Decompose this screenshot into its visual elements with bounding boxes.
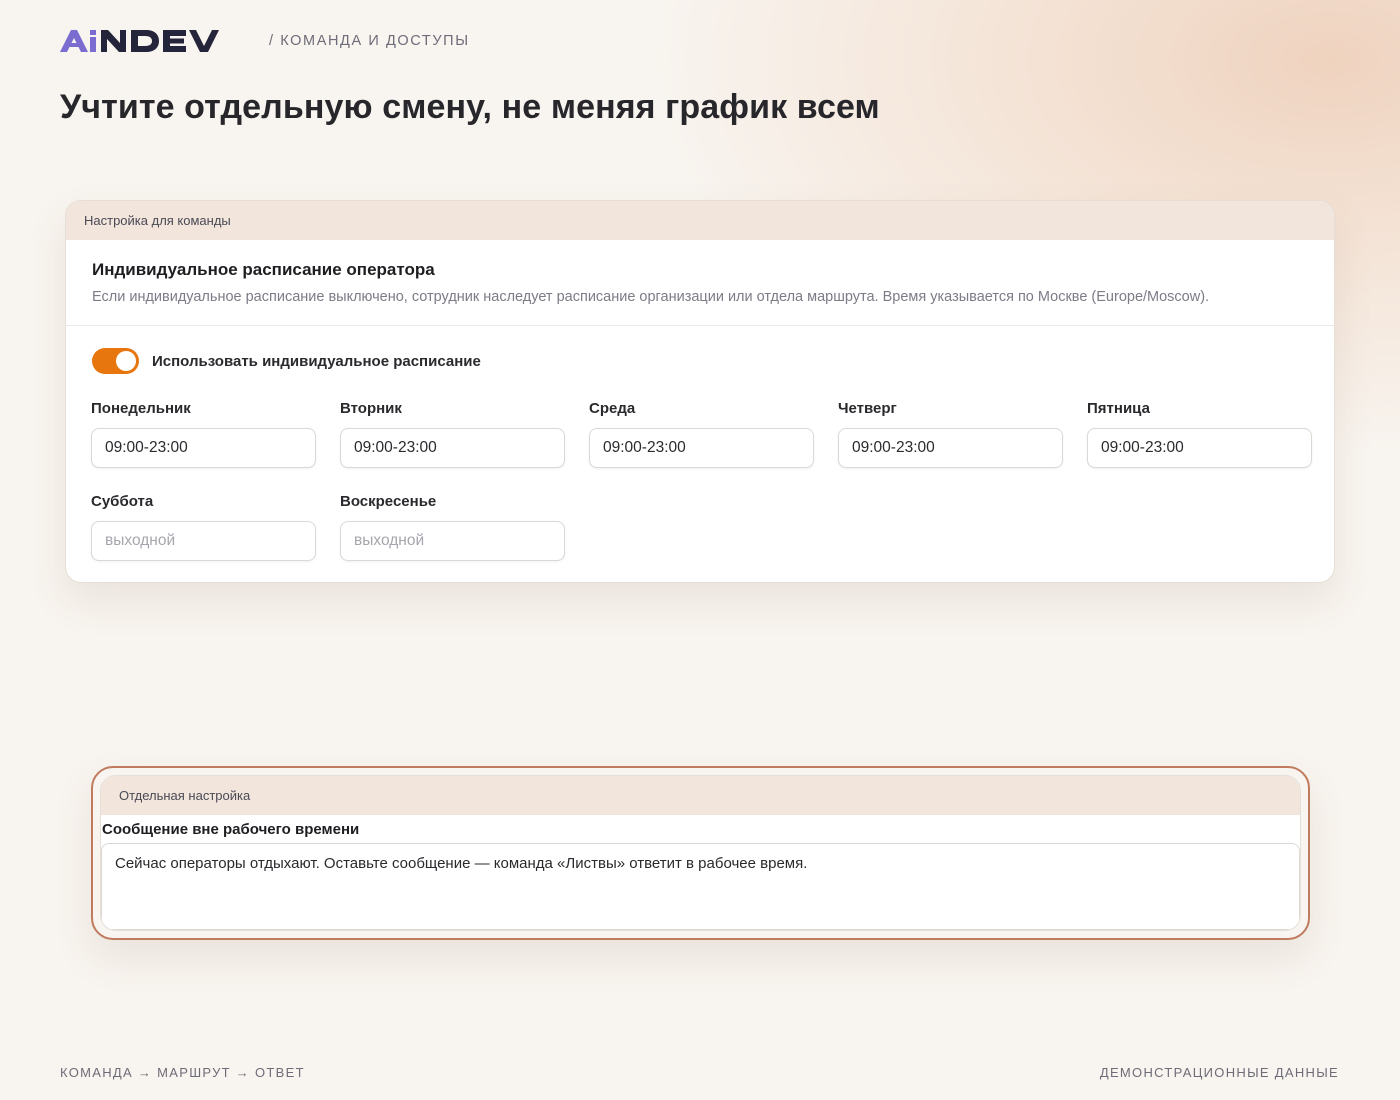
day-label: Понедельник (91, 400, 191, 417)
sunday-hours-input[interactable] (340, 521, 565, 561)
monday-hours-input[interactable] (91, 428, 316, 468)
off-hours-message-textarea[interactable]: Сейчас операторы отдыхают. Оставьте сооб… (101, 843, 1300, 930)
individual-schedule-toggle-row[interactable]: Использовать индивидуальное расписание (92, 348, 481, 374)
day-label: Среда (589, 400, 636, 417)
day-tuesday: Вторник (340, 400, 565, 468)
day-wednesday: Среда (589, 400, 814, 468)
tuesday-hours-input[interactable] (340, 428, 565, 468)
logo-wordmark-icon (60, 30, 219, 52)
off-hours-message-label: Сообщение вне рабочего времени (102, 820, 360, 838)
schedule-card: Настройка для команды Индивидуальное рас… (65, 200, 1335, 583)
day-thursday: Четверг (838, 400, 1063, 468)
schedule-card-header: Индивидуальное расписание оператора Если… (66, 240, 1334, 326)
friday-hours-input[interactable] (1087, 428, 1312, 468)
breadcrumb[interactable]: / КОМАНДА И ДОСТУПЫ (269, 33, 470, 49)
day-label: Пятница (1087, 400, 1150, 417)
footer-flow: КОМАНДА → МАРШРУТ → ОТВЕТ (60, 1065, 305, 1080)
thursday-hours-input[interactable] (838, 428, 1063, 468)
toggle-knob (116, 351, 136, 371)
message-card-highlight: Отдельная настройка Сообщение вне рабоче… (91, 766, 1310, 940)
schedule-card-description: Если индивидуальное расписание выключено… (92, 289, 1210, 305)
day-label: Вторник (340, 400, 402, 417)
saturday-hours-input[interactable] (91, 521, 316, 561)
message-card-tab: Отдельная настройка (101, 776, 1300, 815)
individual-schedule-toggle-label[interactable]: Использовать индивидуальное расписание (152, 353, 481, 370)
schedule-card-tab: Настройка для команды (66, 201, 1334, 240)
day-friday: Пятница (1087, 400, 1312, 468)
page-title: Учтите отдельную смену, не меняя график … (60, 88, 880, 126)
brand-logo[interactable] (60, 27, 241, 55)
day-sunday: Воскресенье (340, 493, 565, 561)
day-label: Воскресенье (340, 493, 437, 510)
wednesday-hours-input[interactable] (589, 428, 814, 468)
individual-schedule-toggle[interactable] (92, 348, 139, 374)
day-monday: Понедельник (91, 400, 316, 468)
footer-demo-note: ДЕМОНСТРАЦИОННЫЕ ДАННЫЕ (1099, 1065, 1339, 1080)
top-bar: / КОМАНДА И ДОСТУПЫ (60, 26, 470, 56)
day-label: Четверг (838, 400, 897, 417)
day-label: Суббота (91, 493, 154, 510)
message-card: Отдельная настройка Сообщение вне рабоче… (100, 775, 1301, 931)
day-saturday: Суббота (91, 493, 316, 561)
schedule-card-title: Индивидуальное расписание оператора (92, 260, 435, 279)
